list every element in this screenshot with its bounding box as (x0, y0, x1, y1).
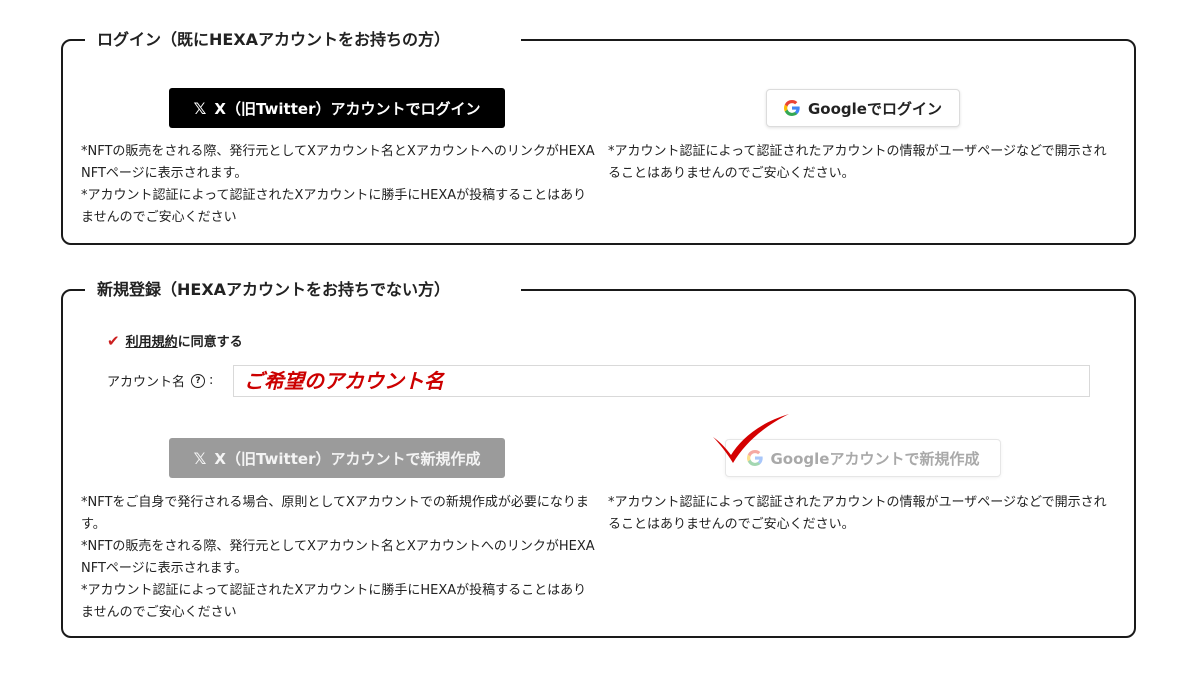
google-signup-button[interactable]: Googleアカウントで新規作成 (725, 439, 1001, 477)
login-panel-title: ログイン（既にHEXAアカウントをお持ちの方） (85, 28, 521, 52)
terms-agreement[interactable]: ✔ 利用規約 に同意する (107, 331, 243, 351)
x-login-button-label: X（旧Twitter）アカウントでログイン (214, 99, 481, 118)
google-logo-icon (784, 100, 800, 116)
google-signup-button-label: Googleアカウントで新規作成 (770, 449, 980, 468)
x-signup-button-label: X（旧Twitter）アカウントで新規作成 (214, 449, 481, 468)
x-login-notes: *NFTの販売をされる際、発行元としてXアカウント名とXアカウントへのリンクがH… (81, 144, 595, 225)
help-circle-icon[interactable]: ? (191, 373, 206, 388)
checkmark-icon[interactable]: ✔ (107, 332, 120, 350)
google-signup-notes: *アカウント認証によって認証されたアカウントの情報がユーザページなどで開示される… (608, 495, 1107, 532)
google-login-button[interactable]: Googleでログイン (766, 89, 960, 127)
google-login-notes: *アカウント認証によって認証されたアカウントの情報がユーザページなどで開示される… (608, 144, 1107, 181)
account-name-input[interactable] (233, 365, 1090, 397)
x-logo-icon: 𝕏 (193, 98, 207, 118)
signup-panel: 新規登録（HEXAアカウントをお持ちでない方） ✔ 利用規約 に同意する アカウ… (61, 278, 1136, 638)
x-logo-icon: 𝕏 (193, 448, 207, 468)
x-signup-button[interactable]: 𝕏 X（旧Twitter）アカウントで新規作成 (169, 438, 505, 478)
login-panel: ログイン（既にHEXAアカウントをお持ちの方） 𝕏 X（旧Twitter）アカウ… (61, 28, 1136, 245)
x-signup-notes: *NFTをご自身で発行される場合、原則としてXアカウントでの新規作成が必要になり… (81, 495, 595, 620)
terms-agree-text: に同意する (177, 335, 243, 350)
account-name-colon: : (209, 373, 214, 388)
google-login-button-label: Googleでログイン (808, 99, 942, 118)
google-logo-icon (746, 450, 763, 466)
account-name-label: アカウント名 ? : (107, 371, 213, 390)
x-login-button[interactable]: 𝕏 X（旧Twitter）アカウントでログイン (169, 88, 505, 128)
signup-panel-title: 新規登録（HEXAアカウントをお持ちでない方） (85, 278, 521, 302)
terms-link[interactable]: 利用規約 (126, 331, 178, 350)
account-name-label-text: アカウント名 (107, 375, 186, 390)
